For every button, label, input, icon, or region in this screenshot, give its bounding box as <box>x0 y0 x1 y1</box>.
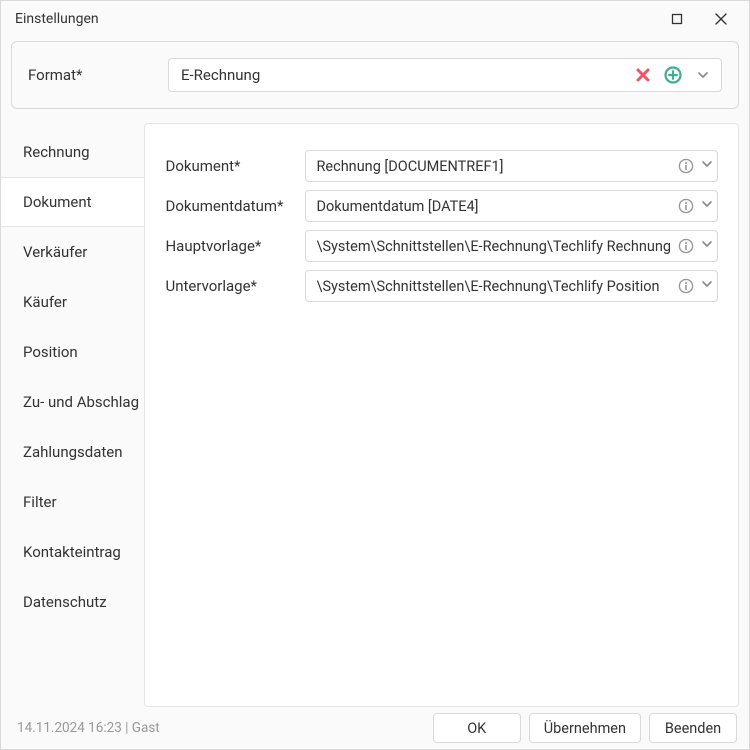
dropdown-toggle[interactable] <box>701 198 713 214</box>
info-icon <box>678 278 694 294</box>
field-value: \System\Schnittstellen\E-Rechnung\Techli… <box>316 238 671 255</box>
field-value: Dokumentdatum [DATE4] <box>316 198 671 215</box>
dokument-select[interactable]: Rechnung [DOCUMENTREF1] <box>305 150 718 182</box>
format-label: Format* <box>28 66 158 84</box>
sidebar-item-label: Filter <box>23 493 57 511</box>
sidebar-item-label: Käufer <box>23 293 67 311</box>
field-value: \System\Schnittstellen\E-Rechnung\Techli… <box>316 278 671 295</box>
sidebar-item-label: Zahlungsdaten <box>23 443 123 461</box>
row-dokumentdatum: Dokumentdatum* Dokumentdatum [DATE4] <box>165 188 718 224</box>
field-label: Untervorlage* <box>165 277 295 295</box>
sidebar-item-label: Position <box>23 343 78 361</box>
chevron-down-icon <box>701 158 713 170</box>
sidebar-item-label: Verkäufer <box>23 243 87 261</box>
dropdown-toggle[interactable] <box>701 158 713 174</box>
maximize-icon <box>671 13 683 25</box>
row-dokument: Dokument* Rechnung [DOCUMENTREF1] <box>165 148 718 184</box>
apply-button[interactable]: Übernehmen <box>529 713 641 743</box>
sidebar-item-kaeufer[interactable]: Käufer <box>1 277 144 327</box>
sidebar-item-datenschutz[interactable]: Datenschutz <box>1 577 144 627</box>
info-button[interactable] <box>675 235 697 257</box>
field-label: Dokumentdatum* <box>165 197 295 215</box>
window-title: Einstellungen <box>15 11 655 27</box>
sidebar-item-zahlungsdaten[interactable]: Zahlungsdaten <box>1 427 144 477</box>
ok-label: OK <box>467 720 486 737</box>
clear-icon <box>635 67 651 83</box>
hauptvorlage-select[interactable]: \System\Schnittstellen\E-Rechnung\Techli… <box>305 230 718 262</box>
sidebar-item-label: Kontakteintrag <box>23 543 121 561</box>
status-text: 14.11.2024 16:23 | Gast <box>17 720 425 736</box>
sidebar: Rechnung Dokument Verkäufer Käufer Posit… <box>1 123 144 707</box>
dropdown-toggle[interactable] <box>701 278 713 294</box>
format-clear-button[interactable] <box>631 63 655 87</box>
info-icon <box>678 158 694 174</box>
dokumentdatum-select[interactable]: Dokumentdatum [DATE4] <box>305 190 718 222</box>
ok-button[interactable]: OK <box>433 713 521 743</box>
info-button[interactable] <box>675 155 697 177</box>
format-value: E-Rechnung <box>181 66 625 84</box>
sidebar-item-abschlag[interactable]: Zu- und Abschlag <box>1 377 144 427</box>
chevron-down-icon <box>701 278 713 290</box>
sidebar-item-label: Rechnung <box>23 143 90 161</box>
sidebar-item-kontakteintrag[interactable]: Kontakteintrag <box>1 527 144 577</box>
sidebar-item-position[interactable]: Position <box>1 327 144 377</box>
format-combobox[interactable]: E-Rechnung <box>168 58 722 92</box>
sidebar-item-verkaeufer[interactable]: Verkäufer <box>1 227 144 277</box>
row-untervorlage: Untervorlage* \System\Schnittstellen\E-R… <box>165 268 718 304</box>
field-value: Rechnung [DOCUMENTREF1] <box>316 158 671 175</box>
info-icon <box>678 238 694 254</box>
sidebar-item-rechnung[interactable]: Rechnung <box>1 127 144 177</box>
sidebar-item-dokument[interactable]: Dokument <box>1 177 144 227</box>
row-hauptvorlage: Hauptvorlage* \System\Schnittstellen\E-R… <box>165 228 718 264</box>
dialog-body: Rechnung Dokument Verkäufer Käufer Posit… <box>1 123 739 707</box>
format-dropdown-toggle[interactable] <box>691 63 715 87</box>
dialog-footer: 14.11.2024 16:23 | Gast OK Übernehmen Be… <box>1 707 749 749</box>
untervorlage-select[interactable]: \System\Schnittstellen\E-Rechnung\Techli… <box>305 270 718 302</box>
cancel-button[interactable]: Beenden <box>649 713 737 743</box>
close-button[interactable] <box>699 1 743 37</box>
field-label: Dokument* <box>165 157 295 175</box>
maximize-button[interactable] <box>655 1 699 37</box>
sidebar-item-label: Datenschutz <box>23 593 107 611</box>
add-icon <box>664 66 682 84</box>
format-add-button[interactable] <box>661 63 685 87</box>
settings-dialog: Einstellungen Format* E-Rechnung <box>0 0 750 750</box>
info-icon <box>678 198 694 214</box>
dropdown-toggle[interactable] <box>701 238 713 254</box>
chevron-down-icon <box>701 198 713 210</box>
info-button[interactable] <box>675 195 697 217</box>
info-button[interactable] <box>675 275 697 297</box>
close-icon <box>715 13 727 25</box>
apply-label: Übernehmen <box>544 720 626 737</box>
format-section: Format* E-Rechnung <box>11 41 739 109</box>
titlebar: Einstellungen <box>1 1 749 37</box>
sidebar-item-label: Zu- und Abschlag <box>23 393 139 411</box>
field-label: Hauptvorlage* <box>165 237 295 255</box>
cancel-label: Beenden <box>665 720 721 737</box>
sidebar-item-label: Dokument <box>23 193 92 211</box>
content-panel: Dokument* Rechnung [DOCUMENTREF1] <box>144 123 739 707</box>
chevron-down-icon <box>697 69 709 81</box>
sidebar-item-filter[interactable]: Filter <box>1 477 144 527</box>
chevron-down-icon <box>701 238 713 250</box>
